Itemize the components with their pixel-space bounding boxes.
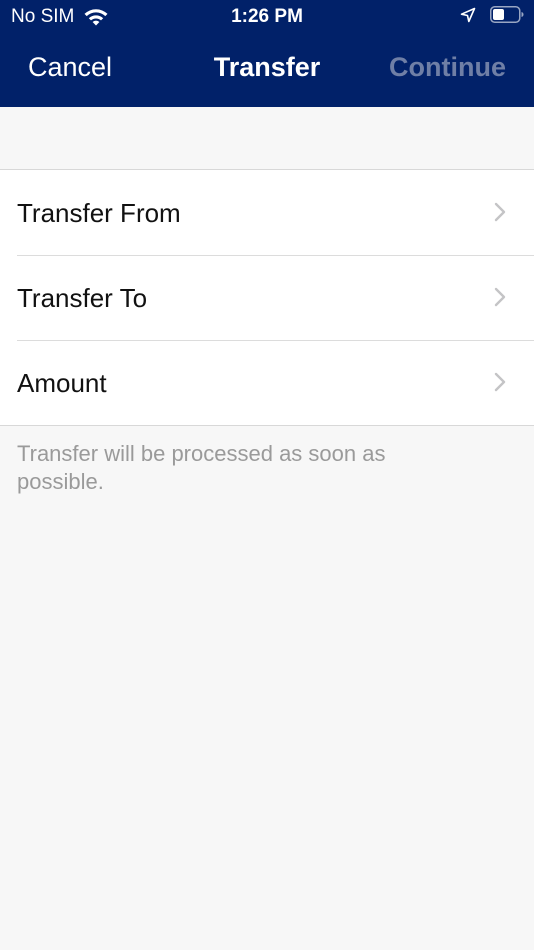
continue-button[interactable]: Continue bbox=[389, 52, 506, 83]
nav-bar: Cancel Transfer Continue bbox=[0, 42, 534, 98]
chevron-right-icon bbox=[494, 202, 506, 222]
amount-row[interactable]: Amount bbox=[0, 340, 534, 425]
transfer-to-label: Transfer To bbox=[17, 283, 148, 313]
transfer-to-row[interactable]: Transfer To bbox=[0, 255, 534, 340]
transfer-from-row[interactable]: Transfer From bbox=[0, 170, 534, 255]
cancel-button[interactable]: Cancel bbox=[28, 52, 112, 83]
status-time: 1:26 PM bbox=[231, 6, 303, 27]
battery-icon bbox=[490, 6, 524, 23]
location-arrow-icon bbox=[460, 7, 476, 22]
header: No SIM 1:26 PM Cancel Transfer Continue bbox=[0, 0, 534, 107]
status-right bbox=[460, 6, 524, 23]
chevron-right-icon bbox=[494, 287, 506, 307]
status-bar: No SIM 1:26 PM bbox=[0, 0, 534, 36]
transfer-form-list: Transfer From Transfer To Amount bbox=[0, 169, 534, 426]
processing-note: Transfer will be processed as soon as po… bbox=[17, 441, 386, 494]
amount-label: Amount bbox=[17, 368, 107, 398]
chevron-right-icon bbox=[494, 372, 506, 392]
transfer-from-label: Transfer From bbox=[17, 198, 181, 228]
